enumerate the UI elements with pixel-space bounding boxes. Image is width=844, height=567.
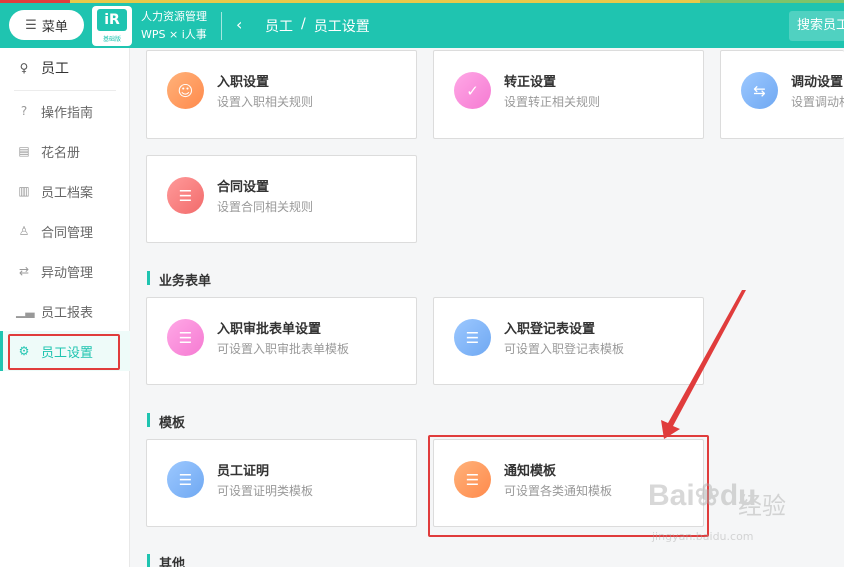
app-subtitle: WPS × i人事 <box>141 28 207 41</box>
certificate-icon: ☰ <box>167 461 204 498</box>
user-transfer-icon: ⇆ <box>741 72 778 109</box>
card-title: 入职设置 <box>217 75 270 90</box>
contract-icon: ♙ <box>18 224 30 238</box>
watermark-url: jingyan.baidu.com <box>652 530 754 543</box>
question-circle-icon: ? <box>20 104 28 118</box>
card-desc: 设置入职相关规则 <box>217 95 314 109</box>
sidebar-item-guide[interactable]: ? 操作指南 <box>0 91 130 131</box>
card-title: 入职审批表单设置 <box>217 322 322 337</box>
app-header: ☰ 菜单 iR 基础版 人力资源管理 WPS × i人事 ‹ 员工 / 员工设置… <box>0 3 844 48</box>
sidebar-item-change[interactable]: ⇄ 异动管理 <box>0 251 130 291</box>
sidebar-item-label: 操作指南 <box>41 105 94 121</box>
person-icon: ♀ <box>19 61 29 75</box>
card-approval-form-settings[interactable]: ☰ 入职审批表单设置 可设置入职审批表单模板 <box>146 297 417 385</box>
highlight-box-sidebar <box>8 334 120 370</box>
search-input[interactable]: 搜索员工 <box>789 11 844 41</box>
file-icon: ▥ <box>18 184 30 198</box>
contract-icon: ☰ <box>167 177 204 214</box>
card-desc: 可设置入职审批表单模板 <box>217 342 350 356</box>
card-regular-settings[interactable]: ✓ 转正设置 设置转正相关规则 <box>433 50 704 139</box>
section-title-templates: 模板 <box>147 412 185 431</box>
card-contract-settings[interactable]: ☰ 合同设置 设置合同相关规则 <box>146 155 417 243</box>
user-add-icon: ☺ <box>167 72 204 109</box>
sidebar-item-roster[interactable]: ▤ 花名册 <box>0 131 130 171</box>
header-divider <box>221 12 222 40</box>
card-desc: 可设置入职登记表模板 <box>504 342 625 356</box>
card-transfer-settings[interactable]: ⇆ 调动设置 设置调动相关规则 <box>720 50 844 139</box>
change-icon: ⇄ <box>18 264 30 278</box>
chevron-left-icon[interactable]: ‹ <box>236 15 242 35</box>
card-title: 合同设置 <box>217 180 270 195</box>
sidebar-item-label: 异动管理 <box>41 265 94 281</box>
card-title: 调动设置 <box>791 75 844 90</box>
breadcrumb-item-employee-settings: 员工设置 <box>313 19 370 35</box>
card-title: 转正设置 <box>504 75 557 90</box>
sidebar-item-label: 花名册 <box>41 145 81 161</box>
app-title: 人力资源管理 <box>141 10 207 23</box>
app-logo[interactable]: iR 基础版 <box>92 6 132 46</box>
card-title: 入职登记表设置 <box>504 322 596 337</box>
sidebar-item-label: 员工档案 <box>41 185 94 201</box>
register-icon: ☰ <box>454 319 491 356</box>
roster-icon: ▤ <box>18 144 30 158</box>
list-icon: ☰ <box>25 17 37 33</box>
sidebar-head-employee[interactable]: ♀ 员工 <box>0 48 130 88</box>
sidebar-item-report[interactable]: ▁▃ 员工报表 <box>0 291 130 331</box>
breadcrumb-separator: / <box>301 16 306 32</box>
card-title: 员工证明 <box>217 464 270 479</box>
card-desc: 设置合同相关规则 <box>217 200 314 214</box>
sidebar-item-label: 合同管理 <box>41 225 94 241</box>
breadcrumb: 员工 / 员工设置 <box>265 16 370 36</box>
breadcrumb-item-employee[interactable]: 员工 <box>265 16 293 36</box>
sidebar-item-archive[interactable]: ▥ 员工档案 <box>0 171 130 211</box>
baidu-watermark: Bai❀du 经验 jingyan.baidu.com <box>648 478 808 558</box>
logo-sub: 基础版 <box>102 36 121 43</box>
section-title-business-forms: 业务表单 <box>147 270 211 289</box>
card-desc: 设置调动相关规则 <box>791 95 844 109</box>
section-title-other: 其他 <box>147 553 185 567</box>
chart-icon: ▁▃ <box>16 304 35 318</box>
card-desc: 可设置证明类模板 <box>217 484 314 498</box>
paw-icon: ❀ <box>694 479 720 512</box>
sidebar-head-label: 员工 <box>41 61 69 77</box>
sidebar-item-contract[interactable]: ♙ 合同管理 <box>0 211 130 251</box>
user-check-icon: ✓ <box>454 72 491 109</box>
sidebar: ♀ 员工 ? 操作指南 ▤ 花名册 ▥ 员工档案 ♙ 合同管理 ⇄ 异动管理 ▁… <box>0 48 130 567</box>
card-onboard-settings[interactable]: ☺ 入职设置 设置入职相关规则 <box>146 50 417 139</box>
sidebar-item-label: 员工报表 <box>41 305 94 321</box>
menu-label: 菜单 <box>41 19 68 35</box>
watermark-text: 经验 <box>738 492 786 520</box>
card-employee-certificate[interactable]: ☰ 员工证明 可设置证明类模板 <box>146 439 417 527</box>
logo-mark: iR <box>97 9 127 31</box>
card-register-form-settings[interactable]: ☰ 入职登记表设置 可设置入职登记表模板 <box>433 297 704 385</box>
card-desc: 设置转正相关规则 <box>504 95 601 109</box>
form-icon: ☰ <box>167 319 204 356</box>
menu-button[interactable]: ☰ 菜单 <box>9 10 84 40</box>
